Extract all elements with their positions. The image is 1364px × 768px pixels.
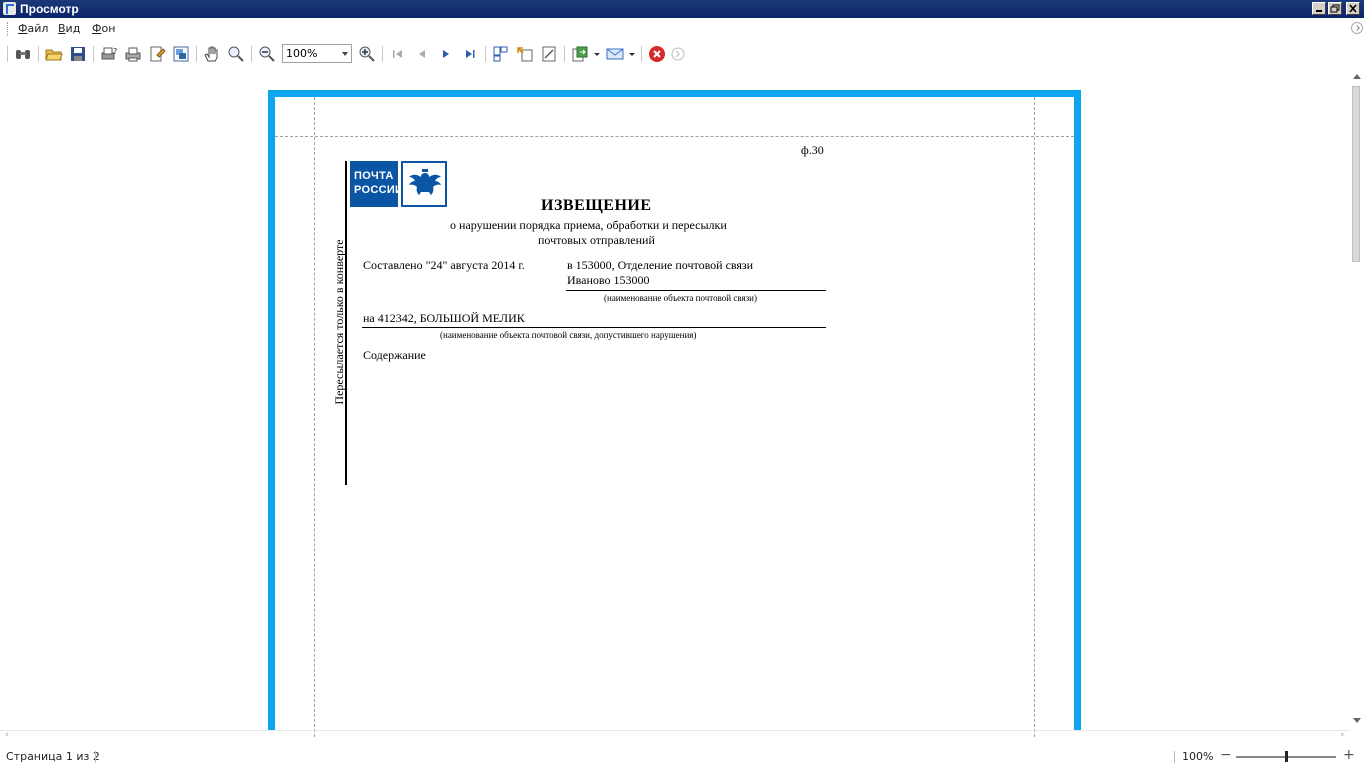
open-icon[interactable] — [45, 45, 63, 63]
document-subtitle-line2: почтовых отправлений — [538, 233, 655, 247]
toolbar-separator — [382, 46, 383, 62]
scroll-left-icon[interactable] — [5, 732, 10, 737]
zoom-tool-icon[interactable] — [227, 45, 245, 63]
zoom-combo-value: 100% — [286, 47, 318, 60]
status-separator — [95, 751, 96, 763]
margin-guide-left — [314, 97, 315, 737]
zoom-slider-thumb[interactable] — [1284, 751, 1288, 762]
composed-date: Составлено "24" августа 2014 г. — [363, 258, 525, 272]
menu-file[interactable]: Файл — [18, 22, 48, 35]
eagle-emblem-icon — [401, 161, 447, 207]
title-bar: Просмотр — [0, 0, 1364, 18]
form-number: ф.30 — [801, 143, 824, 157]
prev-page-icon[interactable] — [413, 45, 431, 63]
minimize-button[interactable] — [1312, 2, 1326, 15]
preview-area[interactable]: ф.30 Пересылается только в конверте ПОЧТ… — [0, 70, 1364, 738]
print-icon[interactable] — [124, 45, 142, 63]
toolbar-separator — [93, 46, 94, 62]
find-icon[interactable] — [14, 45, 32, 63]
save-icon[interactable] — [69, 45, 87, 63]
watermark-icon[interactable] — [172, 45, 190, 63]
violator-caption: (наименование объекта почтовой связи, до… — [440, 330, 697, 340]
toolbar-separator — [485, 46, 486, 62]
vertical-note: Пересылается только в конверте — [332, 239, 346, 405]
restore-button[interactable] — [1328, 2, 1342, 15]
toolbar-separator — [38, 46, 39, 62]
violator-office: на 412342, БОЛЬШОЙ МЕЛИК — [363, 311, 525, 325]
content-label: Содержание — [363, 348, 426, 362]
app-icon — [3, 2, 16, 15]
menu-grip — [7, 22, 9, 36]
scale-icon[interactable] — [516, 45, 534, 63]
scroll-down-icon[interactable] — [1353, 718, 1361, 723]
zoom-combo[interactable]: 100% — [282, 44, 352, 63]
close-preview-icon[interactable] — [648, 45, 666, 63]
zoom-out-icon[interactable] — [258, 45, 276, 63]
status-separator — [1174, 751, 1175, 763]
zoom-in-icon[interactable] — [358, 45, 376, 63]
scroll-right-icon[interactable] — [1339, 732, 1344, 737]
margin-guide-right — [1034, 97, 1035, 737]
office-caption: (наименование объекта почтовой связи) — [604, 293, 757, 303]
vertical-scrollbar[interactable] — [1350, 70, 1364, 730]
page: ф.30 Пересылается только в конверте ПОЧТ… — [268, 90, 1081, 737]
toolbar: ? 100% — [0, 40, 1364, 70]
status-zoom-value: 100% — [1182, 750, 1214, 763]
page-info: Страница 1 из 2 — [6, 750, 100, 763]
last-page-icon[interactable] — [461, 45, 479, 63]
menu-help-icon[interactable] — [1351, 22, 1363, 34]
document-subtitle-line1: о нарушении порядка приема, обработки и … — [450, 218, 727, 232]
zoom-plus-button[interactable]: + — [1343, 747, 1355, 763]
email-dropdown-icon[interactable] — [629, 53, 635, 56]
margin-guide-top — [275, 136, 1074, 137]
first-page-icon[interactable] — [389, 45, 407, 63]
toolbar-separator — [564, 46, 565, 62]
scroll-up-icon[interactable] — [1353, 74, 1361, 79]
help-icon[interactable] — [669, 45, 687, 63]
menu-view[interactable]: Вид — [58, 22, 80, 35]
hand-tool-icon[interactable] — [203, 45, 221, 63]
office-line2: Иваново 153000 — [567, 273, 650, 287]
next-page-icon[interactable] — [437, 45, 455, 63]
print-setup-icon[interactable]: ? — [100, 45, 118, 63]
send-email-icon[interactable] — [606, 45, 624, 63]
toolbar-grip — [7, 46, 8, 62]
scroll-thumb[interactable] — [1352, 86, 1360, 262]
status-bar: Страница 1 из 2 100% − + — [0, 746, 1364, 768]
menu-background[interactable]: Фон — [92, 22, 115, 35]
toolbar-separator — [196, 46, 197, 62]
office-line1: в 153000, Отделение почтовой связи — [567, 258, 754, 272]
edit-page-icon[interactable] — [540, 45, 558, 63]
multipage-icon[interactable] — [492, 45, 510, 63]
menu-bar: Файл Вид Фон — [0, 18, 1364, 40]
post-logo: ПОЧТА РОССИИ — [350, 161, 403, 207]
chevron-down-icon[interactable] — [342, 52, 348, 56]
toolbar-separator — [641, 46, 642, 62]
zoom-minus-button[interactable]: − — [1220, 747, 1232, 763]
violator-underline — [362, 327, 826, 328]
toolbar-separator — [251, 46, 252, 62]
close-button[interactable] — [1346, 2, 1360, 15]
svg-text:?: ? — [113, 47, 117, 56]
export-dropdown-icon[interactable] — [594, 53, 600, 56]
horizontal-scrollbar[interactable] — [0, 730, 1350, 738]
office-underline — [566, 290, 826, 291]
export-icon[interactable] — [571, 45, 589, 63]
document-title: ИЗВЕЩЕНИЕ — [541, 197, 652, 214]
window-title: Просмотр — [20, 2, 79, 16]
page-setup-icon[interactable] — [148, 45, 166, 63]
